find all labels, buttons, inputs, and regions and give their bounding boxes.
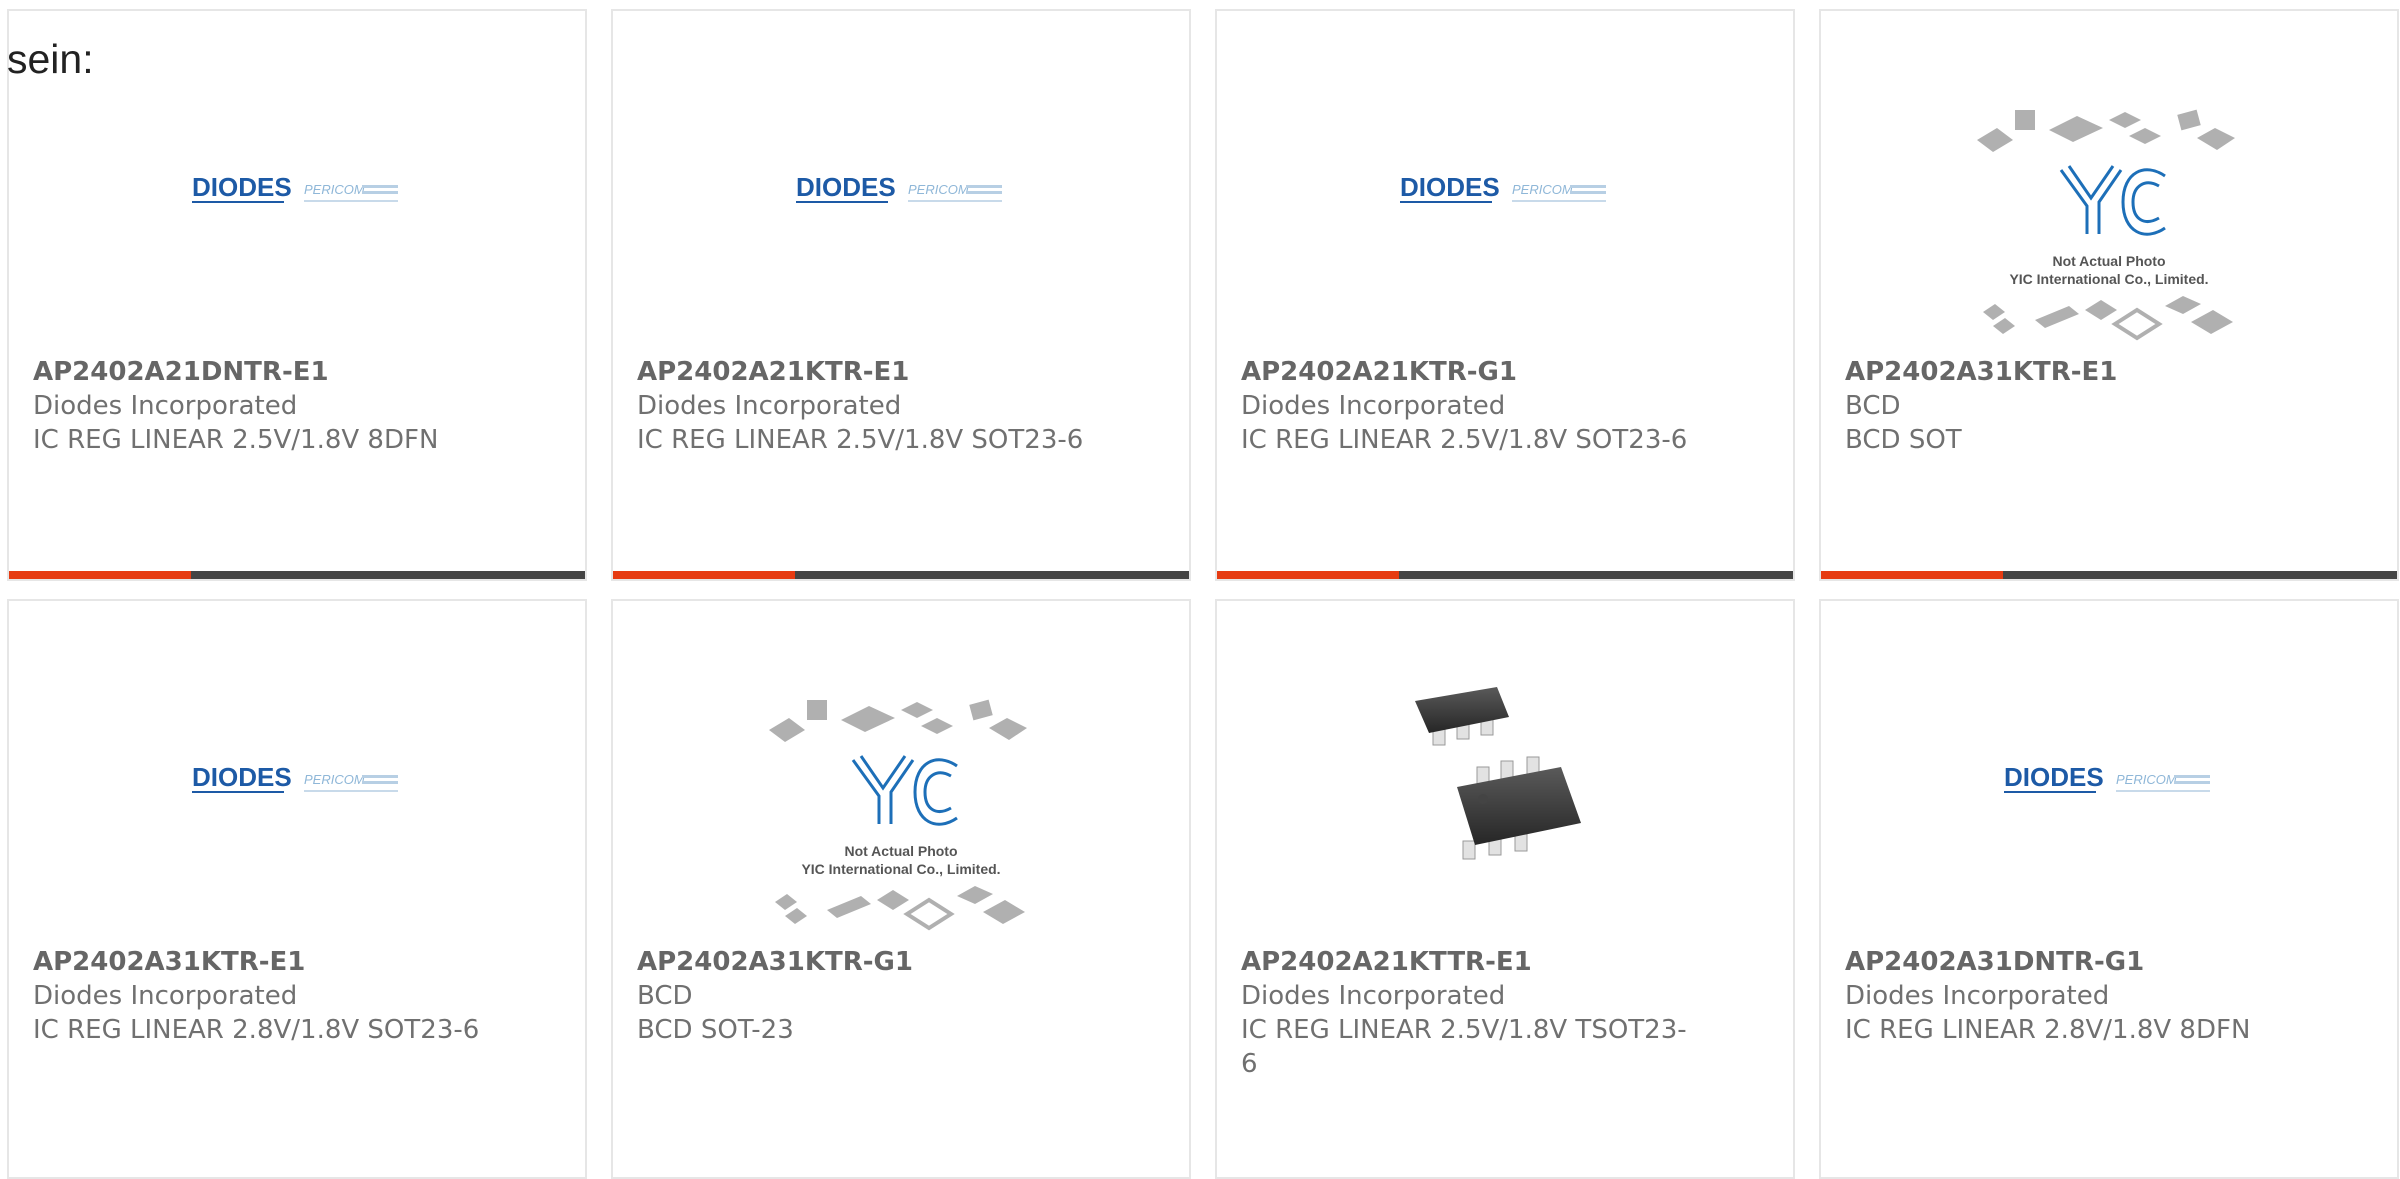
product-card[interactable]: Not Actual Photo YIC International Co., … (611, 599, 1191, 1179)
sot23-chip-photo (1405, 671, 1605, 871)
product-image: DIODES PERICOM (1217, 71, 1793, 311)
product-image: Not Actual Photo YIC International Co., … (1821, 96, 2397, 356)
part-number[interactable]: AP2402A31KTR-G1 (637, 945, 1097, 979)
manufacturer: Diodes Incorporated (1241, 981, 1506, 1011)
pericom-brand: PERICOM (304, 772, 365, 787)
card-accent-bar (613, 571, 1189, 579)
description: BCD SOT (1845, 425, 1962, 455)
diodes-logo: DIODES PERICOM (192, 171, 402, 211)
part-number[interactable]: AP2402A31KTR-E1 (1845, 355, 2305, 389)
diodes-brand: DIODES (192, 762, 292, 792)
product-card[interactable]: Not Actual Photo YIC International Co., … (1819, 9, 2399, 581)
yic-line2: YIC International Co., Limited. (801, 861, 1000, 877)
product-card[interactable]: DIODES PERICOM AP2402A21DNTR-E1 Diodes I… (7, 9, 587, 581)
product-card[interactable]: DIODES PERICOM AP2402A31DNTR-G1 Diodes I… (1819, 599, 2399, 1179)
description: IC REG LINEAR 2.5V/1.8V SOT23-6 (637, 425, 1084, 455)
diodes-brand: DIODES (192, 172, 292, 202)
diodes-logo: DIODES PERICOM (2004, 761, 2214, 801)
diodes-logo: DIODES PERICOM (192, 761, 402, 801)
part-number[interactable]: AP2402A21KTR-E1 (637, 355, 1097, 389)
diodes-brand: DIODES (1400, 172, 1500, 202)
intro-text: sein: (7, 36, 94, 82)
manufacturer: BCD (637, 981, 693, 1011)
product-image: Not Actual Photo YIC International Co., … (613, 686, 1189, 946)
card-accent-bar (9, 571, 585, 579)
yic-placeholder: Not Actual Photo YIC International Co., … (761, 696, 1041, 936)
card-accent-bar (1217, 571, 1793, 579)
manufacturer: BCD (1845, 391, 1901, 421)
manufacturer: Diodes Incorporated (637, 391, 902, 421)
card-accent-bar (1821, 571, 2397, 579)
part-number[interactable]: AP2402A21KTTR-E1 (1241, 945, 1701, 979)
pericom-brand: PERICOM (1512, 182, 1573, 197)
description: IC REG LINEAR 2.5V/1.8V SOT23-6 (1241, 425, 1688, 455)
product-card[interactable]: DIODES PERICOM AP2402A21KTR-G1 Diodes In… (1215, 9, 1795, 581)
part-number[interactable]: AP2402A21KTR-G1 (1241, 355, 1701, 389)
description: BCD SOT-23 (637, 1015, 794, 1045)
product-card[interactable]: AP2402A21KTTR-E1 Diodes Incorporated IC … (1215, 599, 1795, 1179)
part-number[interactable]: AP2402A31DNTR-G1 (1845, 945, 2305, 979)
pericom-brand: PERICOM (908, 182, 969, 197)
yic-line1: Not Actual Photo (844, 843, 957, 859)
product-image: DIODES PERICOM (9, 661, 585, 901)
product-card[interactable]: DIODES PERICOM AP2402A31KTR-E1 Diodes In… (7, 599, 587, 1179)
description: IC REG LINEAR 2.8V/1.8V SOT23-6 (33, 1015, 480, 1045)
manufacturer: Diodes Incorporated (33, 391, 298, 421)
product-image: DIODES PERICOM (1821, 661, 2397, 901)
description: IC REG LINEAR 2.5V/1.8V 8DFN (33, 425, 439, 455)
pericom-brand: PERICOM (304, 182, 365, 197)
manufacturer: Diodes Incorporated (1845, 981, 2110, 1011)
product-image: DIODES PERICOM (613, 71, 1189, 311)
part-number[interactable]: AP2402A21DNTR-E1 (33, 355, 493, 389)
manufacturer: Diodes Incorporated (1241, 391, 1506, 421)
manufacturer: Diodes Incorporated (33, 981, 298, 1011)
yic-placeholder: Not Actual Photo YIC International Co., … (1969, 106, 2249, 346)
yic-line2: YIC International Co., Limited. (2009, 271, 2208, 287)
pericom-brand: PERICOM (2116, 772, 2177, 787)
diodes-logo: DIODES PERICOM (1400, 171, 1610, 211)
product-image: DIODES PERICOM (9, 71, 585, 311)
product-card[interactable]: DIODES PERICOM AP2402A21KTR-E1 Diodes In… (611, 9, 1191, 581)
product-image (1217, 671, 1793, 871)
diodes-brand: DIODES (796, 172, 896, 202)
yic-line1: Not Actual Photo (2052, 253, 2165, 269)
diodes-brand: DIODES (2004, 762, 2104, 792)
description: IC REG LINEAR 2.8V/1.8V 8DFN (1845, 1015, 2251, 1045)
description: IC REG LINEAR 2.5V/1.8V TSOT23-6 (1241, 1015, 1687, 1079)
diodes-logo: DIODES PERICOM (796, 171, 1006, 211)
part-number[interactable]: AP2402A31KTR-E1 (33, 945, 493, 979)
